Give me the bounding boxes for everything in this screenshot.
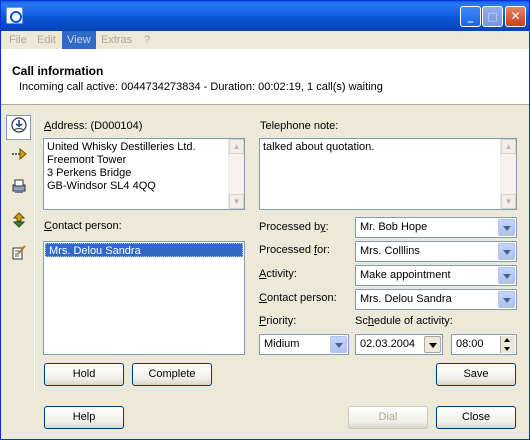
contact-person-select[interactable]: Mrs. Delou Sandra xyxy=(355,289,517,310)
processed-by-select[interactable]: Mr. Bob Hope xyxy=(355,217,517,238)
sidebar-divider xyxy=(34,111,35,393)
call-information-window: _ □ ✕ File Edit View Extras ? Call infor… xyxy=(0,0,530,440)
hold-button[interactable]: Hold xyxy=(44,363,124,386)
menu-bar: File Edit View Extras ? xyxy=(1,31,529,49)
activity-select[interactable]: Make appointment xyxy=(355,265,517,286)
address-line-1: United Whisky Destilleries Ltd. xyxy=(47,141,196,153)
close-button[interactable]: Close xyxy=(436,406,516,429)
address-line-3: 3 Perkens Bridge xyxy=(47,167,132,179)
menu-file[interactable]: File xyxy=(4,31,32,49)
menu-help[interactable]: ? xyxy=(139,31,155,49)
activity-label: Activity: xyxy=(259,268,297,280)
telephone-note-label: Telephone note: xyxy=(260,120,339,132)
complete-button[interactable]: Complete xyxy=(132,363,212,386)
schedule-date-picker[interactable]: 02.03.2004 xyxy=(355,334,443,355)
address-line-4: GB-Windsor SL4 4QQ xyxy=(47,180,156,192)
processed-for-select[interactable]: Mrs. Colllins xyxy=(355,241,517,262)
close-window-button[interactable]: ✕ xyxy=(505,6,526,27)
transfer-icon[interactable] xyxy=(6,211,31,236)
action-sidebar xyxy=(4,111,32,291)
menu-extras[interactable]: Extras xyxy=(96,31,137,49)
processed-for-label: Processed for: xyxy=(259,244,330,256)
chevron-down-icon[interactable] xyxy=(424,336,441,353)
priority-select[interactable]: Midium xyxy=(259,334,349,355)
chevron-down-icon[interactable] xyxy=(498,219,515,236)
forward-arrow-icon[interactable] xyxy=(6,145,31,170)
address-field[interactable]: United Whisky Destilleries Ltd. Freemont… xyxy=(43,138,245,210)
list-item[interactable]: Mrs. Delou Sandra xyxy=(45,243,243,257)
chevron-down-icon[interactable] xyxy=(498,291,515,308)
maximize-button: □ xyxy=(482,6,503,27)
app-icon xyxy=(6,7,23,24)
telephone-note-field[interactable]: talked about quotation. ▲ ▼ xyxy=(259,138,517,210)
address-line-2: Freemont Tower xyxy=(47,154,127,166)
priority-label: Priority: xyxy=(259,315,297,327)
help-button[interactable]: Help xyxy=(44,406,124,429)
contact-person-label: Contact person: xyxy=(259,292,337,304)
printer-icon[interactable] xyxy=(6,177,31,202)
note-icon[interactable] xyxy=(6,243,31,268)
schedule-label: Schedule of activity: xyxy=(355,315,453,327)
chevron-down-icon[interactable] xyxy=(498,243,515,260)
save-button[interactable]: Save xyxy=(436,363,516,386)
processed-by-label: Processed by: xyxy=(259,221,329,233)
title-bar[interactable]: _ □ ✕ xyxy=(1,1,529,31)
minimize-button[interactable]: _ xyxy=(460,6,481,27)
address-label: Address: (D000104) xyxy=(44,120,143,132)
call-info-title: Call information xyxy=(12,64,104,78)
dial-button: Dial xyxy=(348,406,428,429)
call-status-text: Incoming call active: 0044734273834 - Du… xyxy=(19,81,383,93)
telephone-note-scrollbar[interactable]: ▲ ▼ xyxy=(500,139,516,209)
menu-view[interactable]: View xyxy=(62,31,96,49)
schedule-time-stepper[interactable]: 08:00 xyxy=(451,334,517,355)
chevron-down-icon[interactable] xyxy=(330,336,347,353)
chevron-down-icon[interactable] xyxy=(498,267,515,284)
address-scrollbar[interactable]: ▲ ▼ xyxy=(228,139,244,209)
spin-arrows-icon[interactable] xyxy=(500,336,515,353)
call-info-panel: Call information Incoming call active: 0… xyxy=(1,49,529,105)
call-icon[interactable] xyxy=(6,115,31,140)
telephone-note-text: talked about quotation. xyxy=(263,141,375,153)
menu-edit[interactable]: Edit xyxy=(32,31,61,49)
contact-list-label: Contact person: xyxy=(44,220,122,232)
contact-list[interactable]: Mrs. Delou Sandra xyxy=(43,241,245,355)
